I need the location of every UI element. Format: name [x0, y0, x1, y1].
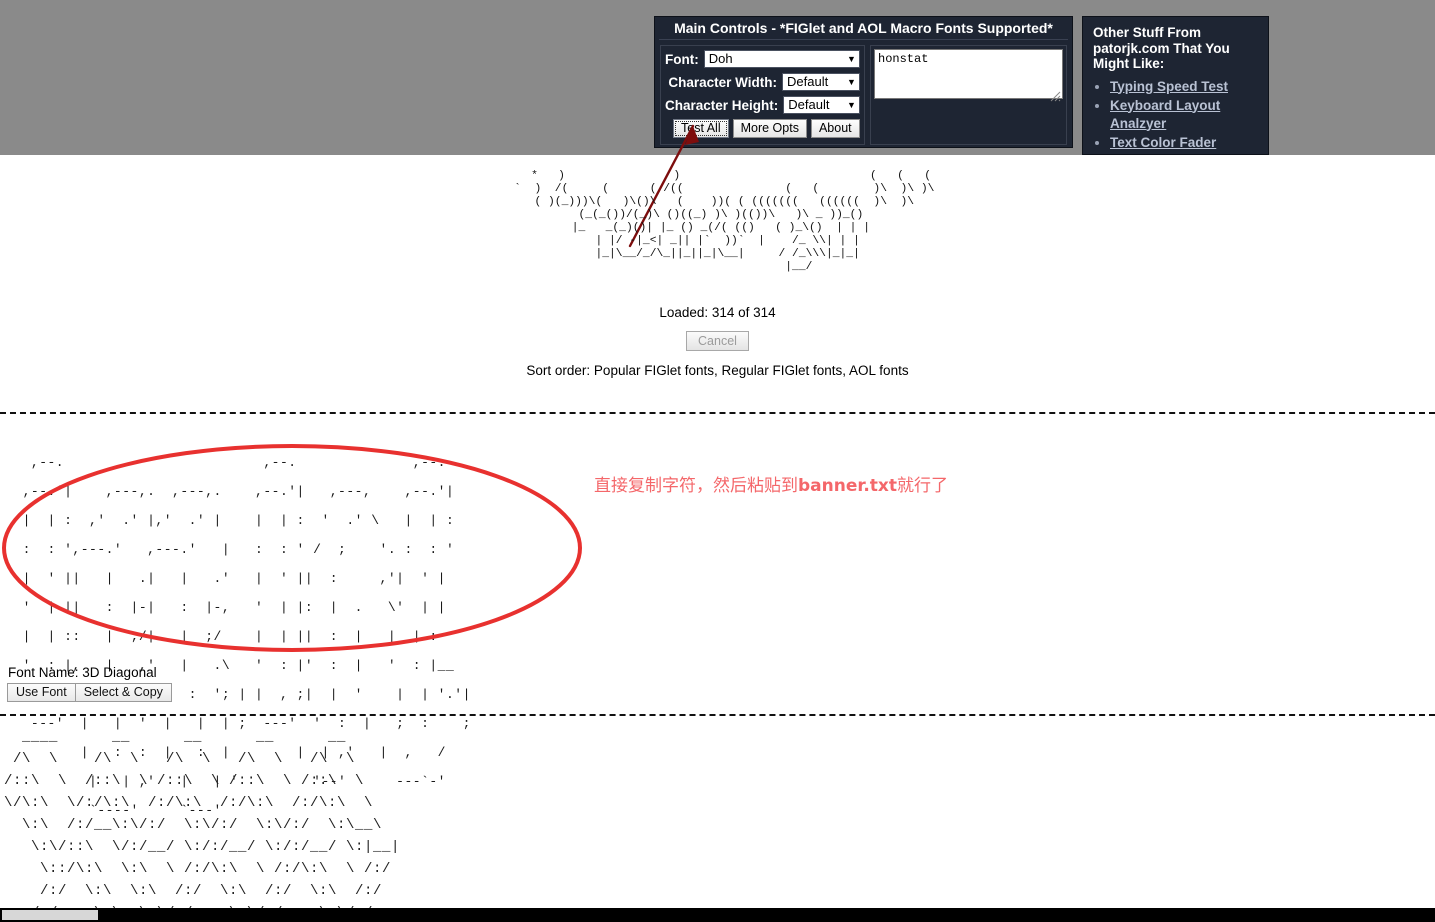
chevron-down-icon: ▼ [847, 77, 856, 87]
font-name-label: Font Name: [8, 665, 79, 680]
font-select-value: Doh [708, 51, 733, 66]
note-prefix: 直接复制字符，然后粘贴到 [594, 476, 798, 496]
font-row: Font: Doh ▼ [665, 50, 860, 68]
character-width-row: Character Width: Default ▼ [665, 73, 860, 91]
character-height-label: Character Height: [665, 97, 779, 113]
chevron-down-icon: ▼ [847, 100, 856, 110]
character-width-value: Default [787, 74, 829, 89]
list-item: Keyboard Layout Analzyer [1110, 97, 1260, 133]
font-label: Font: [665, 51, 699, 67]
font-name-value: 3D Diagonal [82, 665, 157, 680]
chinese-annotation-note: 直接复制字符，然后粘贴到banner.txt就行了 [594, 471, 948, 496]
link-text-color-fader[interactable]: Text Color Fader [1110, 135, 1216, 150]
chevron-down-icon: ▼ [847, 54, 856, 64]
link-keyboard-layout-analyzer[interactable]: Keyboard Layout Analzyer [1110, 98, 1220, 131]
list-item: Text Color Fader [1110, 134, 1260, 152]
list-item: Typing Speed Test [1110, 78, 1260, 96]
text-input[interactable] [874, 49, 1063, 99]
result-button-row: Use Font Select & Copy [7, 683, 172, 702]
horizontal-scrollbar[interactable] [0, 908, 1435, 922]
divider-bottom [0, 714, 1435, 716]
character-width-select[interactable]: Default ▼ [782, 73, 860, 91]
use-font-button[interactable]: Use Font [7, 683, 76, 702]
loaded-status: Loaded: 314 of 314 [659, 305, 776, 320]
main-controls-title: Main Controls - *FIGlet and AOL Macro Fo… [674, 20, 1053, 36]
select-and-copy-button[interactable]: Select & Copy [74, 683, 172, 702]
link-snake-game[interactable]: Snake Game [1110, 154, 1191, 155]
font-name-line: Font Name: 3D Diagonal [8, 665, 157, 680]
scrollbar-thumb[interactable] [2, 910, 98, 920]
character-height-value: Default [788, 97, 830, 112]
divider-top [0, 412, 1435, 414]
other-stuff-title: Other Stuff From patorjk.com That You Mi… [1093, 25, 1230, 71]
about-button[interactable]: About [810, 119, 860, 138]
cancel-button[interactable]: Cancel [686, 331, 749, 351]
text-input-wrapper [874, 49, 1063, 104]
sort-order-text: Sort order: Popular FIGlet fonts, Regula… [526, 363, 909, 378]
other-stuff-panel: Other Stuff From patorjk.com That You Mi… [1082, 16, 1269, 155]
note-suffix: 就行了 [897, 476, 949, 496]
character-width-label: Character Width: [668, 74, 777, 90]
page-root: Main Controls - *FIGlet and AOL Macro Fo… [0, 0, 1435, 922]
link-typing-speed-test[interactable]: Typing Speed Test [1110, 79, 1228, 94]
note-highlight: banner.txt [798, 476, 898, 496]
character-height-row: Character Height: Default ▼ [665, 96, 860, 114]
font-select[interactable]: Doh ▼ [703, 50, 860, 68]
result-ascii-art-secondary[interactable]: ____ __ __ __ __ /\ \ /\ \ /\ \ /\ \ /\ … [4, 726, 400, 922]
testing-all-ascii-preview: * ) ) ( ( ( ` ) /( ( ( /(( ( ( )\ )\ )\ … [514, 170, 935, 273]
controls-right-group [870, 45, 1067, 145]
list-item: Snake Game [1110, 153, 1260, 155]
cancel-button-wrapper: Cancel [0, 331, 1435, 351]
other-stuff-links: Typing Speed Test Keyboard Layout Analzy… [1093, 78, 1260, 155]
character-height-select[interactable]: Default ▼ [783, 96, 860, 114]
